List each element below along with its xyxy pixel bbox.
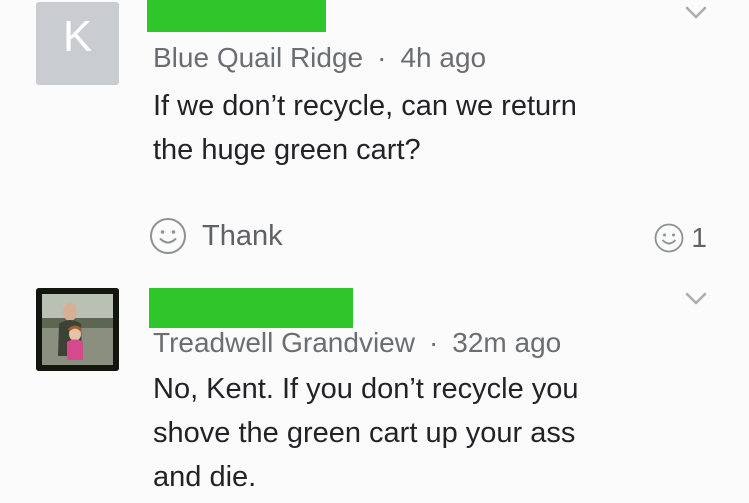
thank-count-value: 1 [691, 222, 707, 253]
meta-separator: · [377, 42, 387, 73]
avatar-initial: K [62, 12, 93, 61]
avatar[interactable]: K [36, 2, 119, 85]
profile-photo [36, 288, 119, 371]
post-meta: Treadwell Grandview · 32m ago [153, 327, 561, 359]
post-text: If we don’t recycle, can we return the h… [153, 90, 577, 166]
smiley-icon [655, 223, 684, 253]
neighborhood-name[interactable]: Blue Quail Ridge [153, 42, 363, 73]
reply-card: Treadwell Grandview · 32m ago No, Kent. If… [0, 275, 749, 503]
chevron-down-icon[interactable] [685, 292, 707, 306]
avatar[interactable] [36, 288, 119, 371]
thank-button[interactable]: Thank [148, 216, 283, 256]
chevron-down-icon[interactable] [685, 6, 707, 20]
smiley-icon [150, 218, 186, 254]
post-card: K Blue Quail Ridge · 4h ago If we don’t re… [0, 0, 749, 275]
neighborhood-name[interactable]: Treadwell Grandview [153, 327, 415, 358]
meta-separator: · [428, 327, 439, 358]
post-meta: Blue Quail Ridge · 4h ago [153, 42, 486, 74]
thank-label: Thank [202, 219, 283, 252]
redacted-name-block [149, 288, 353, 328]
post-time: 4h ago [400, 42, 487, 73]
thank-count[interactable]: 1 [653, 221, 707, 255]
post-text: No, Kent. If you don’t recycle you shove… [153, 373, 579, 493]
post-time: 32m ago [452, 327, 562, 358]
redacted-name-block [147, 0, 326, 32]
